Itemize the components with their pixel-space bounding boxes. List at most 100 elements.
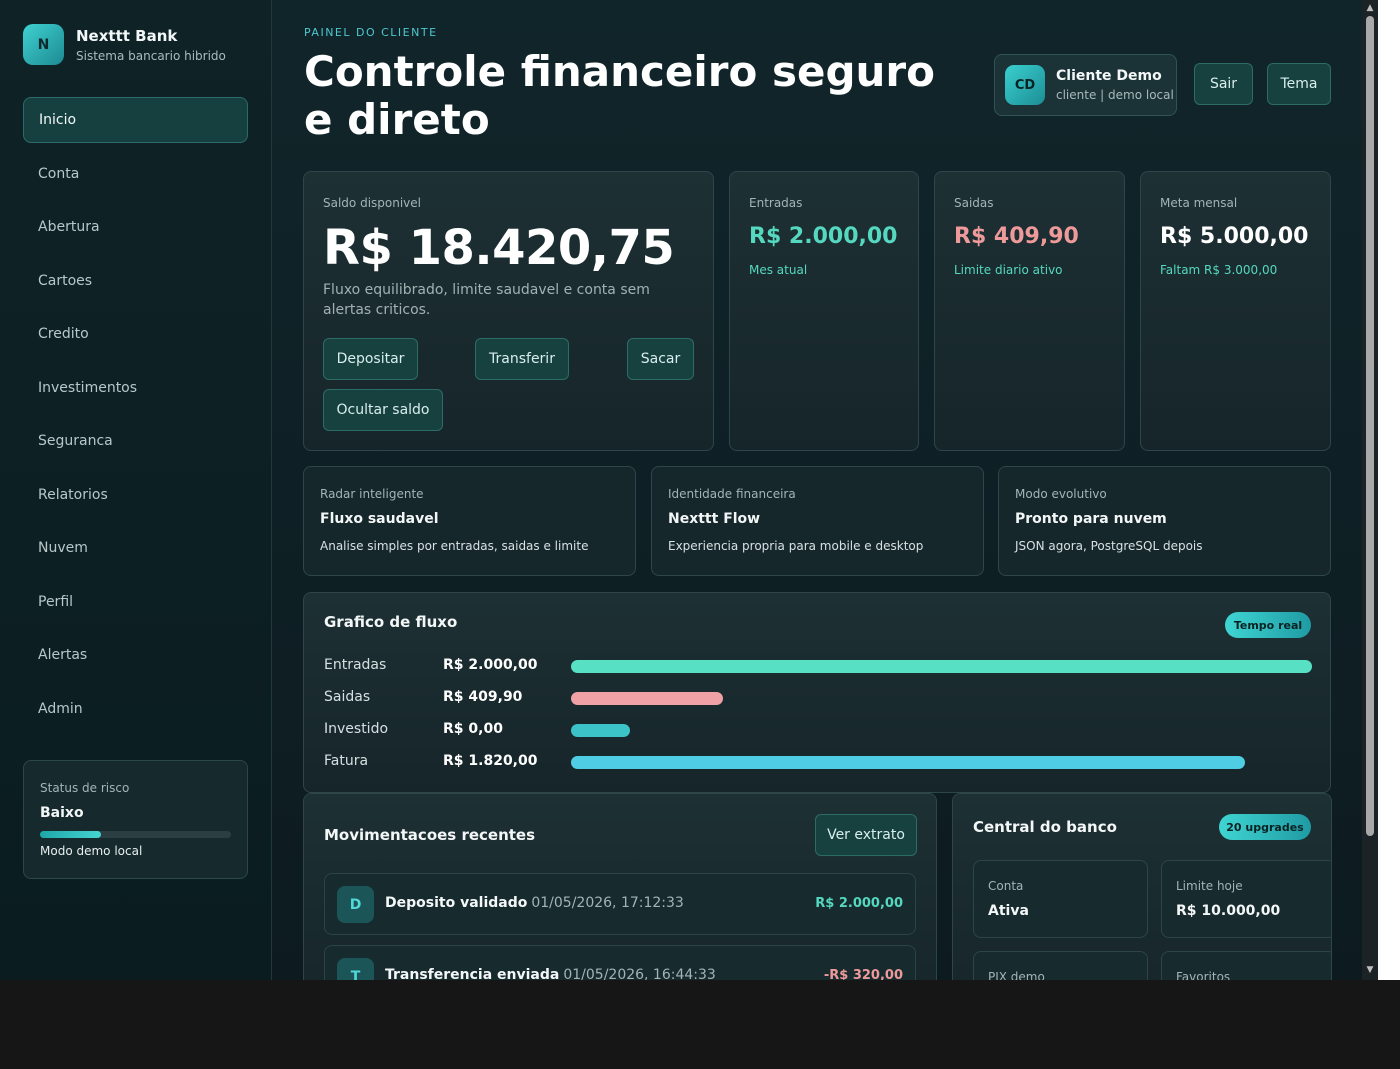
- stat-value: R$ 2.000,00: [749, 224, 898, 249]
- theme-button[interactable]: Tema: [1267, 63, 1331, 105]
- tile-conta[interactable]: Conta Ativa: [973, 860, 1148, 938]
- stat-label: Meta mensal: [1160, 196, 1238, 210]
- insight-label: Modo evolutivo: [1015, 487, 1107, 501]
- scroll-down-icon[interactable]: ▼: [1365, 965, 1375, 975]
- user-name: Cliente Demo: [1056, 68, 1162, 84]
- flow-row-saidas: Saidas R$ 409,90: [324, 689, 1314, 709]
- tile-limite[interactable]: Limite hoje R$ 10.000,00: [1161, 860, 1331, 938]
- deposit-icon: D: [337, 886, 374, 923]
- list-item[interactable]: D Deposito validado 01/05/2026, 17:12:33 …: [324, 873, 916, 935]
- tile-value: R$ 10.000,00: [1176, 903, 1281, 919]
- tile-favoritos[interactable]: Favoritos: [1161, 951, 1331, 980]
- brand: N Nexttt Bank Sistema bancario hibrido: [23, 24, 226, 65]
- flow-chart-title: Grafico de fluxo: [324, 613, 458, 631]
- tile-pix[interactable]: PIX demo: [973, 951, 1148, 980]
- brand-subtitle: Sistema bancario hibrido: [76, 48, 226, 63]
- flow-value: R$ 1.820,00: [443, 753, 538, 769]
- flow-label: Entradas: [324, 657, 387, 673]
- sidebar-item-conta[interactable]: Conta: [23, 151, 248, 197]
- hide-balance-button[interactable]: Ocultar saldo: [323, 389, 443, 431]
- realtime-badge: Tempo real: [1225, 612, 1311, 638]
- flow-label: Investido: [324, 721, 389, 737]
- stat-note: Faltam R$ 3.000,00: [1160, 263, 1278, 277]
- stat-label: Entradas: [749, 196, 803, 210]
- insight-desc: Experiencia propria para mobile e deskto…: [668, 539, 924, 553]
- movement-date: 01/05/2026, 17:12:33: [531, 895, 684, 911]
- stat-card-meta: Meta mensal R$ 5.000,00 Faltam R$ 3.000,…: [1140, 171, 1331, 451]
- movement-amount: R$ 2.000,00: [815, 896, 903, 911]
- sidebar-item-nuvem[interactable]: Nuvem: [23, 525, 248, 571]
- tile-label: Limite hoje: [1176, 879, 1243, 893]
- avatar: CD: [1005, 65, 1045, 105]
- insight-card-radar: Radar inteligente Fluxo saudavel Analise…: [303, 466, 636, 576]
- main-content: PAINEL DO CLIENTE Controle financeiro se…: [272, 0, 1362, 980]
- sidebar-nav: Inicio Conta Abertura Cartoes Credito In…: [23, 97, 248, 739]
- stat-note: Limite diario ativo: [954, 263, 1063, 277]
- movement-amount: -R$ 320,00: [823, 968, 903, 980]
- sidebar-item-seguranca[interactable]: Seguranca: [23, 418, 248, 464]
- sidebar-item-inicio[interactable]: Inicio: [23, 97, 248, 143]
- brand-name: Nexttt Bank: [76, 26, 178, 45]
- risk-meter: [40, 831, 231, 838]
- sidebar-item-relatorios[interactable]: Relatorios: [23, 472, 248, 518]
- page-title: Controle financeiro seguro e direto: [304, 47, 935, 144]
- upgrades-badge: 20 upgrades: [1219, 814, 1311, 840]
- transfer-button[interactable]: Transferir: [475, 338, 569, 380]
- vertical-scrollbar[interactable]: ▲ ▼: [1362, 0, 1378, 980]
- deposit-button[interactable]: Depositar: [323, 338, 418, 380]
- insight-card-modo: Modo evolutivo Pronto para nuvem JSON ag…: [998, 466, 1331, 576]
- flow-bar: [571, 756, 1246, 769]
- sidebar-item-admin[interactable]: Admin: [23, 686, 248, 732]
- sidebar-item-perfil[interactable]: Perfil: [23, 579, 248, 625]
- flow-bar: [571, 724, 631, 737]
- movement-title-text: Deposito validado: [385, 895, 528, 911]
- movement-title: Transferencia enviada 01/05/2026, 16:44:3…: [385, 967, 716, 980]
- window-edge: [1378, 0, 1400, 980]
- sidebar-item-credito[interactable]: Credito: [23, 311, 248, 357]
- user-chip[interactable]: CD Cliente Demo cliente | demo local: [994, 54, 1177, 116]
- insight-desc: JSON agora, PostgreSQL depois: [1015, 539, 1203, 553]
- tile-value: Ativa: [988, 903, 1029, 919]
- sidebar-item-alertas[interactable]: Alertas: [23, 632, 248, 678]
- stat-card-saidas: Saidas R$ 409,90 Limite diario ativo: [934, 171, 1125, 451]
- transfer-icon: T: [337, 958, 374, 980]
- flow-bar: [571, 692, 723, 705]
- risk-label: Status de risco: [40, 781, 130, 795]
- movement-title-text: Transferencia enviada: [385, 967, 560, 980]
- risk-meter-fill: [40, 831, 102, 838]
- balance-card: Saldo disponivel R$ 18.420,75 Fluxo equi…: [303, 171, 714, 451]
- stat-value: R$ 409,90: [954, 224, 1079, 249]
- insight-title: Fluxo saudavel: [320, 511, 439, 527]
- risk-status-card: Status de risco Baixo Modo demo local: [23, 760, 248, 879]
- sidebar-item-abertura[interactable]: Abertura: [23, 204, 248, 250]
- insight-label: Radar inteligente: [320, 487, 424, 501]
- flow-row-entradas: Entradas R$ 2.000,00: [324, 657, 1314, 677]
- flow-label: Saidas: [324, 689, 371, 705]
- movement-title: Deposito validado 01/05/2026, 17:12:33: [385, 895, 684, 911]
- insight-title: Pronto para nuvem: [1015, 511, 1167, 527]
- insight-desc: Analise simples por entradas, saidas e l…: [320, 539, 589, 553]
- withdraw-button[interactable]: Sacar: [627, 338, 694, 380]
- page-eyebrow: PAINEL DO CLIENTE: [304, 26, 438, 39]
- movement-date: 01/05/2026, 16:44:33: [563, 967, 716, 980]
- bank-central-card: Central do banco 20 upgrades Conta Ativa…: [952, 793, 1332, 980]
- logout-button[interactable]: Sair: [1194, 63, 1253, 105]
- insight-label: Identidade financeira: [668, 487, 796, 501]
- view-statement-button[interactable]: Ver extrato: [815, 814, 917, 856]
- sidebar-item-cartoes[interactable]: Cartoes: [23, 258, 248, 304]
- tile-label: Favoritos: [1176, 970, 1231, 980]
- sidebar-item-investimentos[interactable]: Investimentos: [23, 365, 248, 411]
- window-bottom-area: [0, 980, 1400, 1069]
- list-item[interactable]: T Transferencia enviada 01/05/2026, 16:44…: [324, 945, 916, 980]
- flow-value: R$ 2.000,00: [443, 657, 538, 673]
- flow-row-fatura: Fatura R$ 1.820,00: [324, 753, 1314, 773]
- tile-label: Conta: [988, 879, 1024, 893]
- flow-bar: [571, 660, 1312, 673]
- stat-note: Mes atual: [749, 263, 808, 277]
- balance-value: R$ 18.420,75: [323, 220, 675, 276]
- insight-card-identidade: Identidade financeira Nexttt Flow Experi…: [651, 466, 984, 576]
- scrollbar-thumb[interactable]: [1366, 16, 1374, 836]
- scroll-up-icon[interactable]: ▲: [1365, 3, 1375, 13]
- recent-movements-card: Movimentacoes recentes Ver extrato D Dep…: [303, 793, 937, 980]
- flow-value: R$ 0,00: [443, 721, 503, 737]
